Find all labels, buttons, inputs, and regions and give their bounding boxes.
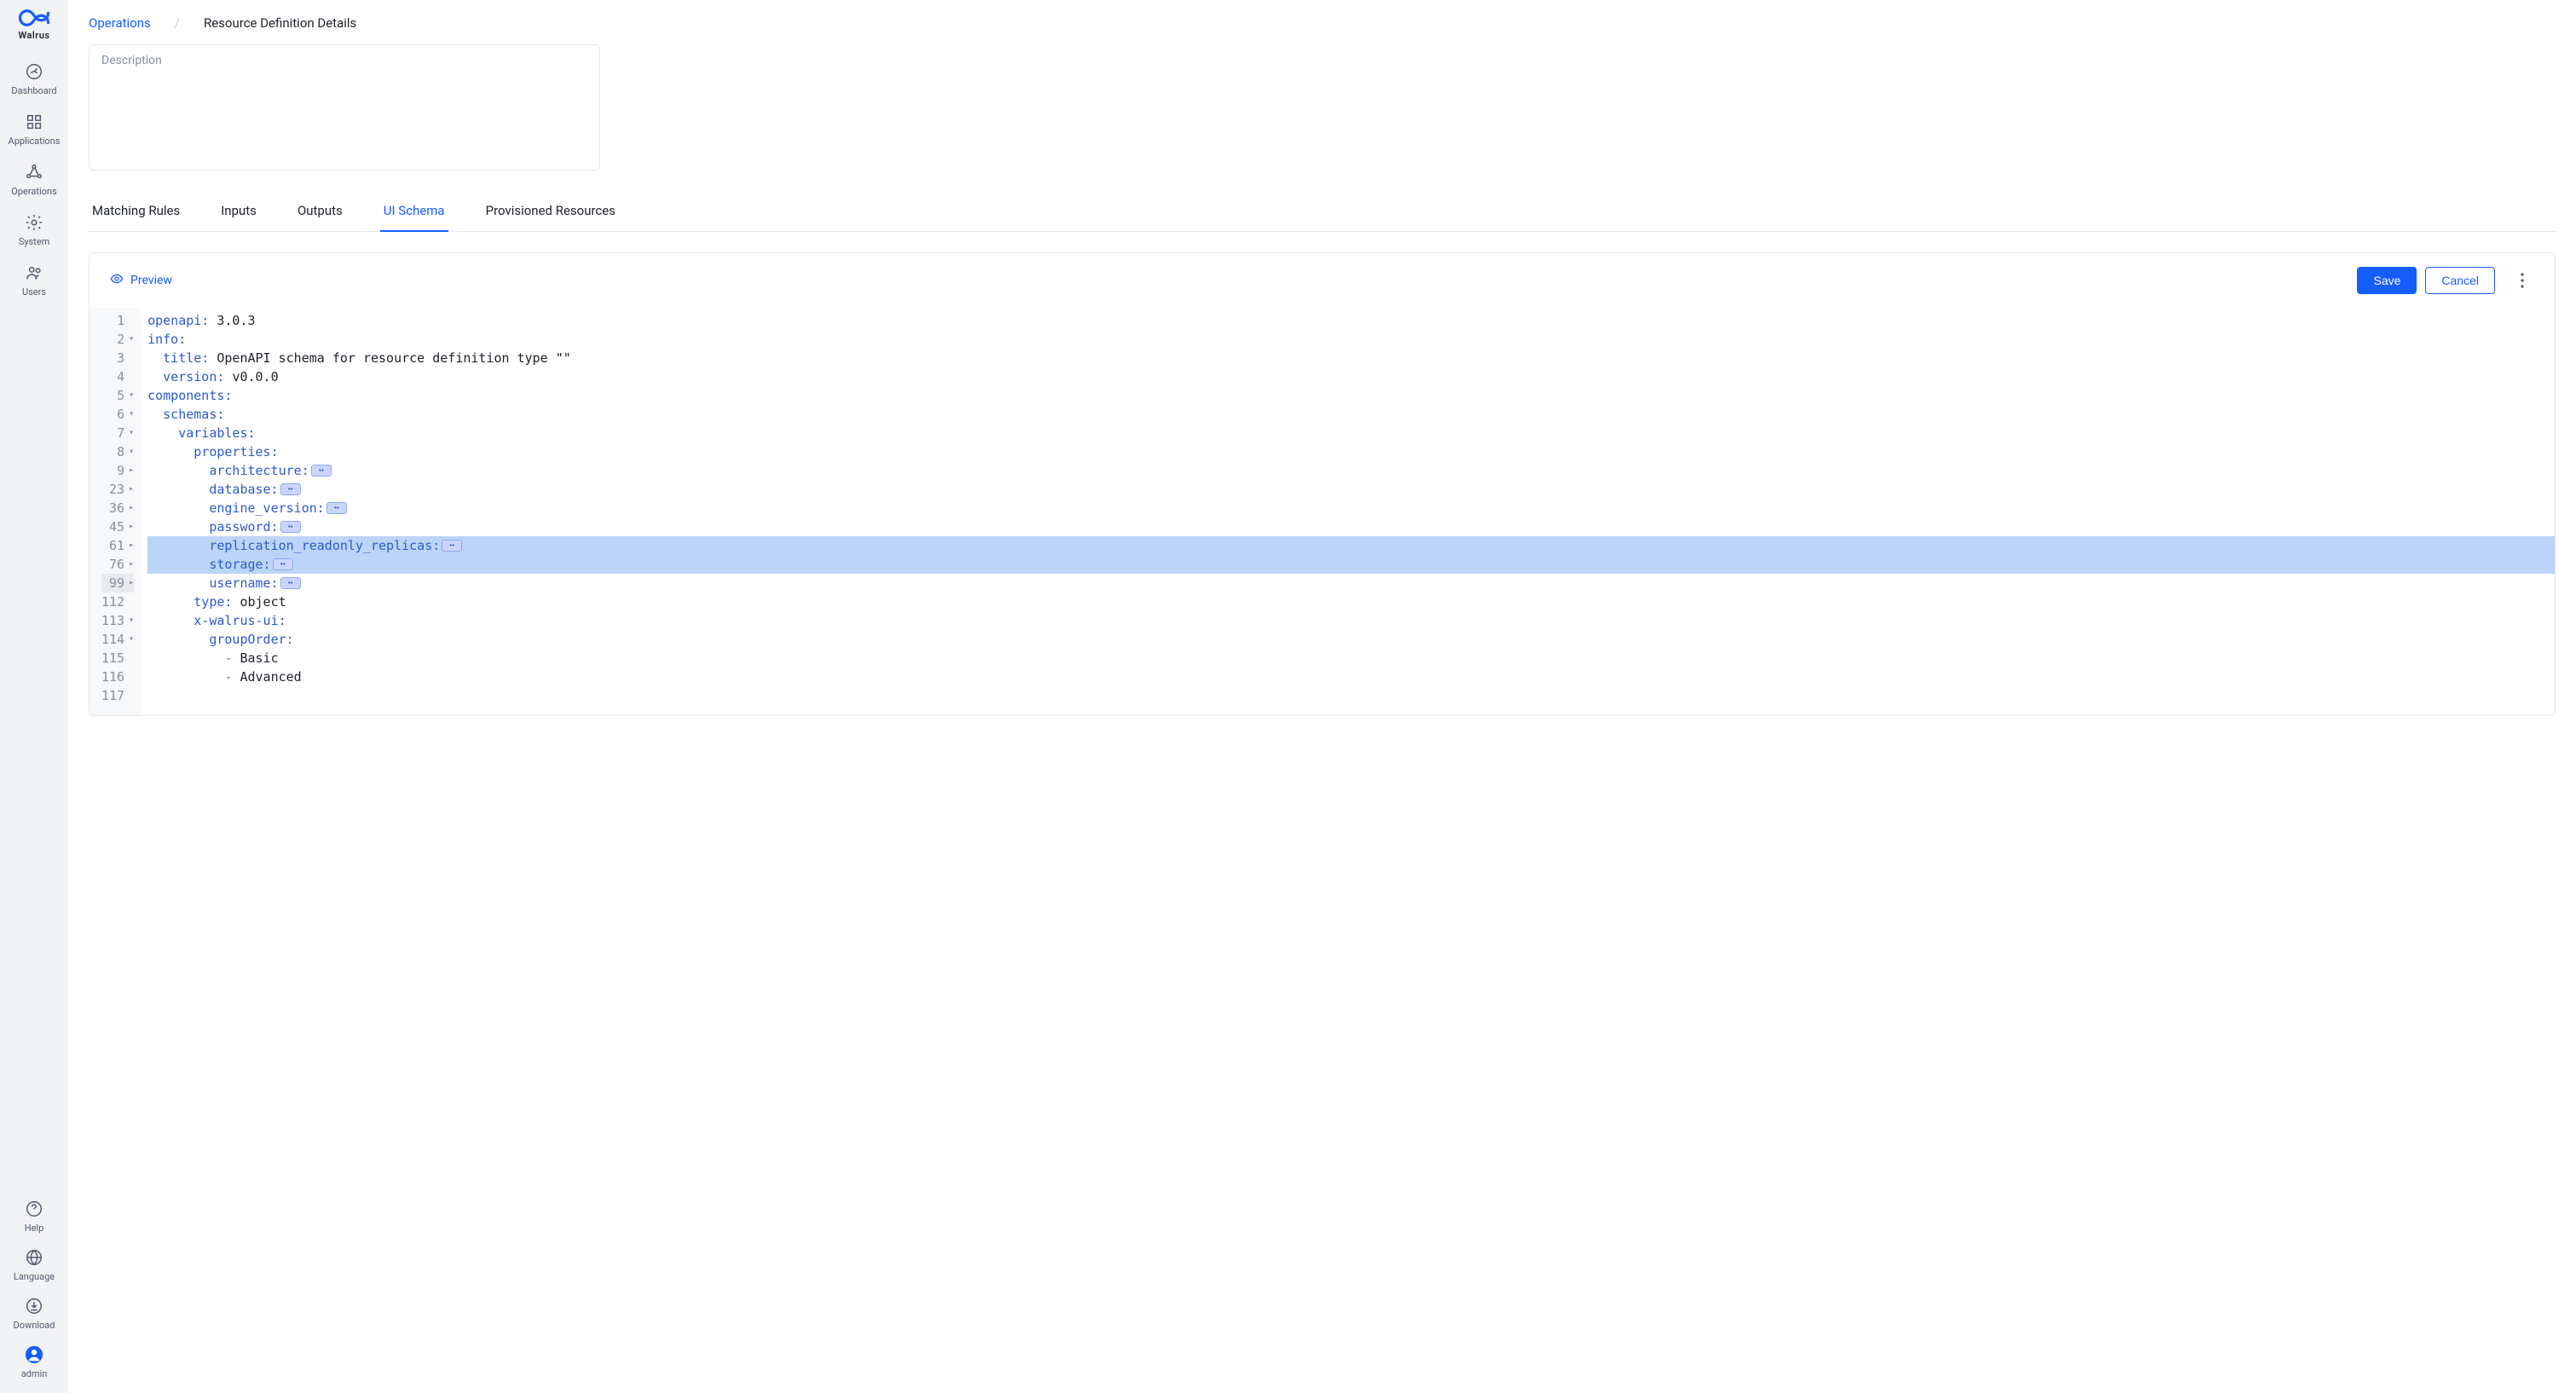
nav-language[interactable]: Language: [14, 1247, 55, 1282]
fold-badge[interactable]: [280, 483, 301, 495]
download-icon: [24, 1296, 44, 1316]
more-menu-button[interactable]: [2510, 273, 2534, 288]
ui-schema-panel: Preview Save Cancel 12▾345▾6▾7▾8▾9▸23▸36…: [89, 252, 2556, 716]
code-line: - Advanced: [147, 668, 2555, 686]
breadcrumb-current: Resource Definition Details: [204, 15, 356, 31]
fold-badge[interactable]: [273, 558, 293, 570]
fold-badge[interactable]: [311, 465, 332, 477]
dashboard-icon: [24, 61, 44, 82]
code-line: groupOrder:: [147, 630, 2555, 649]
sidebar: Walrus Dashboard Applications Operations…: [0, 0, 68, 1393]
main-content: Operations / Resource Definition Details…: [68, 0, 2576, 1393]
operations-icon: [24, 162, 44, 182]
cancel-button[interactable]: Cancel: [2425, 267, 2495, 294]
code-line: type: object: [147, 592, 2555, 611]
tab-matching-rules[interactable]: Matching Rules: [89, 194, 183, 232]
code-line: username:: [147, 574, 2555, 592]
tabs: Matching Rules Inputs Outputs UI Schema Prov…: [89, 194, 2556, 232]
code-line: architecture:: [147, 461, 2555, 480]
description-textarea[interactable]: Description: [89, 44, 600, 171]
fold-badge[interactable]: [280, 577, 301, 589]
tab-inputs[interactable]: Inputs: [217, 194, 260, 232]
nav-operations[interactable]: Operations: [11, 162, 56, 197]
code-line: x-walrus-ui:: [147, 611, 2555, 630]
code-line: [147, 686, 2555, 705]
code-line: components:: [147, 386, 2555, 405]
users-icon: [24, 263, 44, 283]
nav-users[interactable]: Users: [22, 263, 46, 298]
globe-icon: [24, 1247, 44, 1268]
code-line: variables:: [147, 424, 2555, 442]
apps-icon: [24, 112, 44, 132]
fold-badge[interactable]: [280, 521, 301, 533]
brand-logo: Walrus: [10, 7, 58, 41]
yaml-editor[interactable]: 12▾345▾6▾7▾8▾9▸23▸36▸45▸61▸76▸99▸112113▾…: [90, 308, 2555, 715]
breadcrumb-operations[interactable]: Operations: [89, 15, 151, 31]
tab-ui-schema[interactable]: UI Schema: [380, 194, 448, 232]
description-placeholder: Description: [101, 54, 162, 67]
code-line: storage:: [147, 555, 2555, 574]
gear-icon: [24, 212, 44, 233]
code-line: properties:: [147, 442, 2555, 461]
breadcrumb: Operations / Resource Definition Details: [89, 9, 2556, 44]
code-line: title: OpenAPI schema for resource defin…: [147, 349, 2555, 367]
preview-button[interactable]: Preview: [110, 272, 172, 289]
save-button[interactable]: Save: [2357, 267, 2417, 294]
editor-code[interactable]: openapi: 3.0.3info: title: OpenAPI schem…: [141, 308, 2555, 715]
code-line: password:: [147, 517, 2555, 536]
nav-profile[interactable]: admin: [21, 1344, 48, 1379]
code-line: openapi: 3.0.3: [147, 311, 2555, 330]
code-line: info:: [147, 330, 2555, 349]
fold-badge[interactable]: [326, 502, 347, 514]
eye-icon: [110, 272, 124, 289]
code-line: replication_readonly_replicas:: [147, 536, 2555, 555]
user-icon: [24, 1344, 44, 1365]
panel-toolbar: Preview Save Cancel: [90, 253, 2555, 308]
nav-dashboard[interactable]: Dashboard: [11, 61, 56, 96]
code-line: schemas:: [147, 405, 2555, 424]
preview-label: Preview: [130, 274, 172, 287]
nav-system[interactable]: System: [19, 212, 50, 247]
tab-outputs[interactable]: Outputs: [294, 194, 346, 232]
editor-gutter: 12▾345▾6▾7▾8▾9▸23▸36▸45▸61▸76▸99▸112113▾…: [90, 308, 141, 715]
nav-download[interactable]: Download: [14, 1296, 55, 1331]
tab-provisioned-resources[interactable]: Provisioned Resources: [482, 194, 619, 232]
code-line: database:: [147, 480, 2555, 499]
code-line: version: v0.0.0: [147, 367, 2555, 386]
help-icon: [24, 1199, 44, 1219]
fold-badge[interactable]: [442, 540, 462, 552]
breadcrumb-sep: /: [175, 15, 180, 31]
code-line: engine_version:: [147, 499, 2555, 517]
nav-help[interactable]: Help: [24, 1199, 44, 1234]
code-line: - Basic: [147, 649, 2555, 668]
nav-applications[interactable]: Applications: [9, 112, 61, 147]
